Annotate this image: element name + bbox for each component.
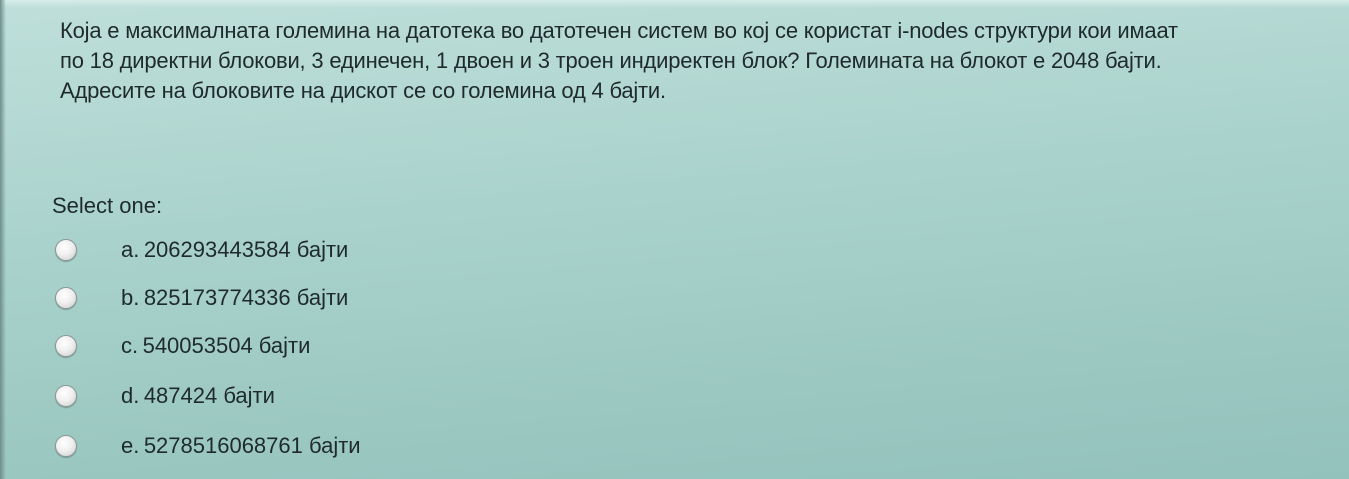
radio-button-b[interactable] [55, 287, 77, 309]
quiz-screen: Која е максималната големина на датотека… [0, 0, 1349, 479]
radio-button-a[interactable] [55, 239, 77, 261]
answer-options: a. 206293443584 бајти b. 825173774336 ба… [55, 232, 755, 472]
option-b-letter: b. [121, 285, 140, 310]
edge-shadow [0, 0, 6, 479]
option-e-letter: e. [121, 433, 140, 458]
option-d-letter: d. [121, 383, 140, 408]
option-c[interactable]: c. 540053504 бајти [55, 328, 310, 364]
select-one-prompt: Select one: [52, 193, 163, 218]
option-e[interactable]: e. 5278516068761 бајти [55, 428, 361, 464]
question-line-2: по 18 директни блокови, 3 единечен, 1 дв… [60, 48, 1162, 73]
top-strip [0, 0, 1349, 8]
option-c-letter: c. [121, 333, 139, 358]
option-e-text: 5278516068761 бајти [143, 433, 361, 458]
option-c-text: 540053504 бајти [142, 333, 311, 358]
radio-button-c[interactable] [55, 335, 77, 357]
option-a-text: 206293443584 бајти [143, 237, 349, 262]
radio-button-e[interactable] [55, 435, 77, 457]
option-d[interactable]: d. 487424 бајти [55, 378, 275, 414]
option-b[interactable]: b. 825173774336 бајти [55, 280, 348, 316]
radio-button-d[interactable] [55, 385, 77, 407]
option-a-letter: a. [121, 237, 140, 262]
option-a[interactable]: a. 206293443584 бајти [55, 232, 348, 268]
question-line-1: Која е максималната големина на датотека… [60, 18, 1178, 43]
option-b-text: 825173774336 бајти [143, 285, 349, 310]
question-text: Која е максималната големина на датотека… [60, 16, 1330, 106]
question-line-3: Адресите на блоковите на дискот се со го… [60, 78, 666, 103]
option-d-text: 487424 бајти [143, 383, 275, 408]
